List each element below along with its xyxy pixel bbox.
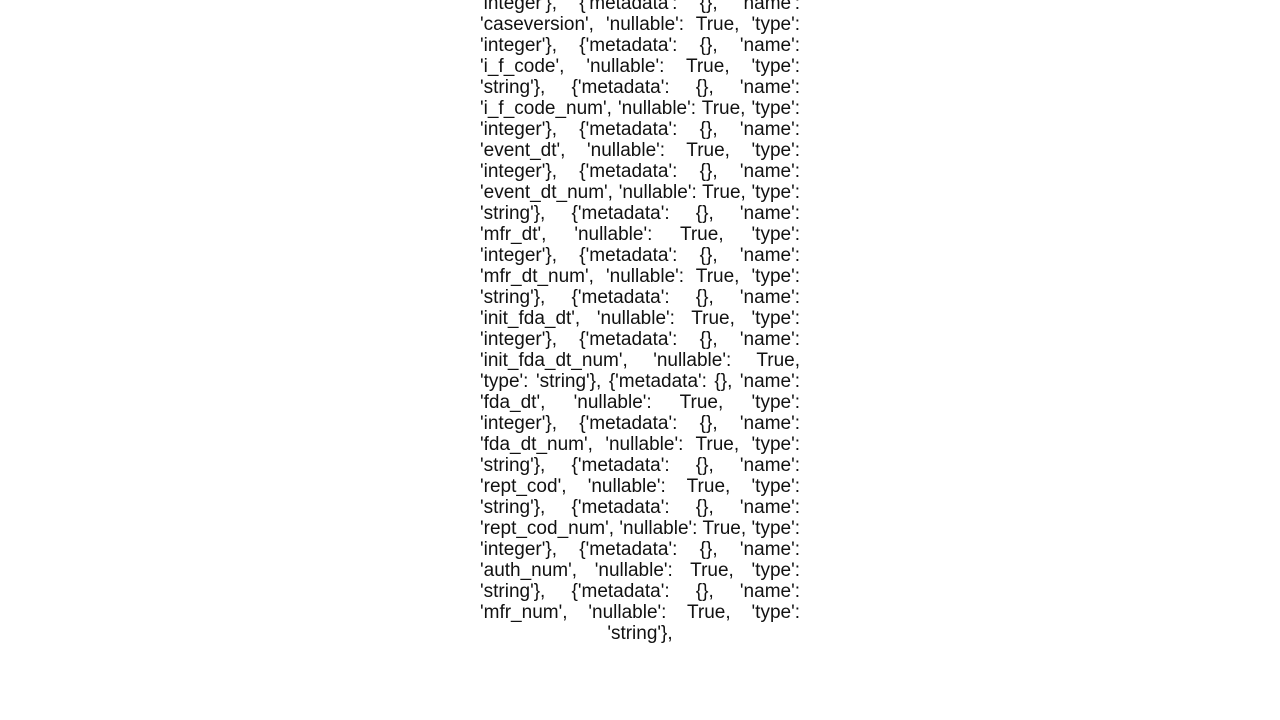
schema-dump-text: 'name': 'caseid', 'nullable': True, 'typ…	[480, 0, 800, 644]
page-container: 'name': 'caseid', 'nullable': True, 'typ…	[0, 0, 1280, 720]
